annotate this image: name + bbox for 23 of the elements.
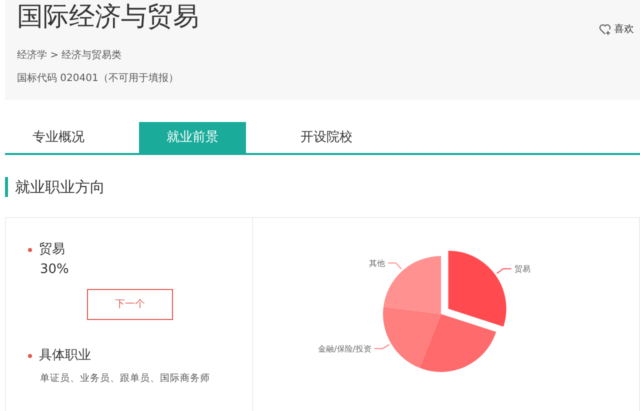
jobs-title: 具体职业 xyxy=(39,347,91,365)
code-text: 国标代码 020401（不可用于填报） xyxy=(17,72,180,86)
slice-label: 贸易 xyxy=(514,264,530,274)
tab[interactable]: 开设院校 xyxy=(273,122,380,153)
next-button[interactable]: 下一个 xyxy=(87,289,173,320)
pie-slice xyxy=(383,306,441,368)
like-button[interactable]: 喜欢 xyxy=(599,22,634,37)
leader-line xyxy=(374,344,390,350)
direction-share: 30% xyxy=(40,260,70,278)
page-title: 国际经济与贸易 xyxy=(17,4,199,30)
section-title: 就业职业方向 xyxy=(5,177,640,197)
leader-line xyxy=(388,262,402,270)
direction-name: 贸易 xyxy=(39,241,65,259)
slice-label: 其他 xyxy=(369,259,386,268)
bullet-icon xyxy=(28,354,32,358)
leader-line xyxy=(496,268,512,274)
pie-slice xyxy=(383,256,441,314)
jobs-list: 单证员、业务员、跟单员、国际商务师 xyxy=(40,372,252,386)
bullet-icon xyxy=(28,248,32,252)
slice-label: 金融/保险/投资 xyxy=(318,344,372,354)
breadcrumb: 经济学 > 经济与贸易类 xyxy=(17,48,123,63)
heart-plus-icon xyxy=(599,24,611,35)
tab[interactable]: 专业概况 xyxy=(5,122,112,153)
